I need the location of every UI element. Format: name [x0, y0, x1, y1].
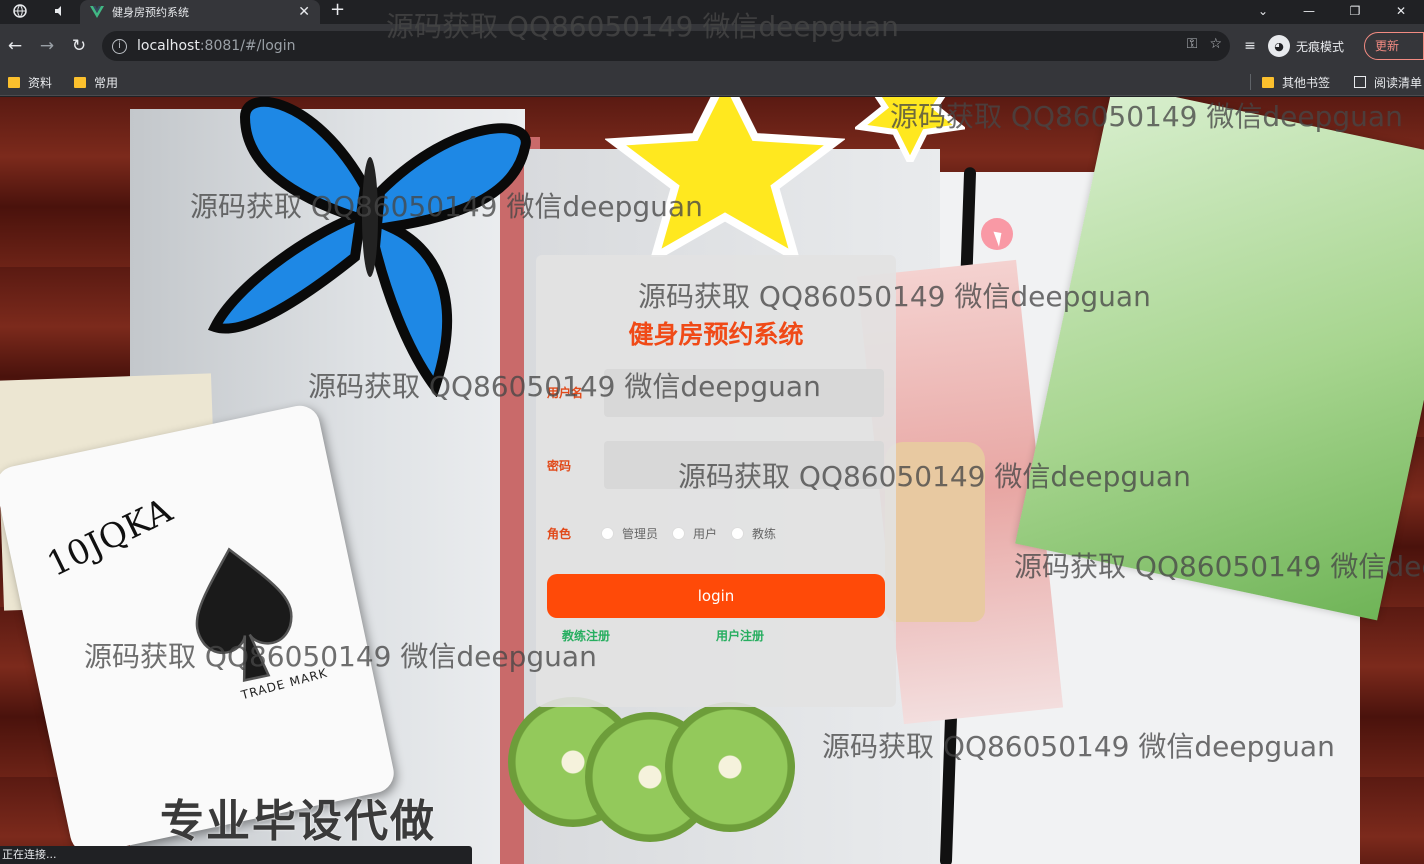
incognito-profile[interactable]: ◕ 无痕模式 [1268, 32, 1344, 60]
globe-icon[interactable] [2, 0, 38, 22]
incognito-icon: ◕ [1268, 35, 1290, 57]
page-viewport: 10JQKA TRADE MARK 专业毕设代做 健身房预约系统 用户名 密码 … [0, 97, 1424, 864]
role-selector: 角色 管理员 用户 教练 [547, 525, 790, 542]
password-input[interactable] [604, 441, 884, 489]
role-option-admin[interactable]: 管理员 [601, 525, 658, 542]
username-input[interactable] [604, 369, 884, 417]
reload-icon[interactable]: ↻ [67, 34, 91, 58]
address-bar[interactable]: i localhost:8081/#/login ⚿ ☆ [102, 31, 1230, 61]
role-label: 角色 [547, 527, 572, 541]
role-option-coach[interactable]: 教练 [731, 525, 776, 542]
audio-icon[interactable] [42, 0, 78, 22]
site-info-icon[interactable]: i [112, 38, 127, 54]
radio-icon[interactable] [731, 527, 745, 540]
login-panel: 健身房预约系统 用户名 密码 角色 管理员 用户 教练 login 教练注册 用… [536, 255, 896, 707]
star-decoration-icon [855, 97, 965, 162]
butterfly-decoration-icon [207, 97, 531, 397]
window-close-icon[interactable]: ✕ [1378, 4, 1424, 18]
minimize-icon[interactable]: — [1286, 4, 1332, 18]
promo-text: 专业毕设代做 [160, 796, 436, 847]
folder-icon [8, 76, 20, 88]
reading-list-icon [1354, 76, 1366, 88]
maximize-icon[interactable]: ❐ [1332, 4, 1378, 18]
bookmarks-bar: 资料 常用 其他书签 阅读清单 [0, 68, 1424, 96]
tab-strip: 健身房预约系统 ✕ + ⌄ — ❐ ✕ [0, 0, 1424, 24]
username-label: 用户名 [547, 386, 584, 400]
role-option-user[interactable]: 用户 [672, 525, 717, 542]
folder-icon [1262, 76, 1274, 88]
star-decoration-icon [605, 97, 845, 257]
background-sack [885, 442, 985, 622]
register-coach-link[interactable]: 教练注册 [562, 627, 610, 644]
status-bar: 正在连接... [0, 846, 472, 864]
update-button[interactable]: 更新 [1364, 32, 1424, 60]
vue-logo-icon [90, 3, 104, 22]
tab-search-icon[interactable]: ⌄ [1240, 4, 1286, 18]
url-text[interactable]: localhost:8081/#/login [137, 38, 295, 54]
reading-list[interactable]: 阅读清单 [1354, 72, 1422, 92]
card-ranks: 10JQKA [41, 490, 179, 585]
browser-toolbar: ← → ↻ i localhost:8081/#/login ⚿ ☆ ≡ ◕ 无… [0, 24, 1424, 68]
register-user-link[interactable]: 用户注册 [716, 627, 764, 644]
tab-title: 健身房预约系统 [112, 6, 189, 19]
page-title: 健身房预约系统 [628, 320, 804, 349]
close-tab-icon[interactable]: ✕ [298, 5, 310, 19]
key-icon[interactable]: ⚿ [1187, 36, 1198, 52]
bookmark-separator [1250, 74, 1251, 90]
radio-icon[interactable] [672, 527, 686, 540]
forward-icon[interactable]: → [35, 34, 59, 58]
bookmark-folder[interactable]: 资料 [8, 72, 52, 92]
tab-active[interactable]: 健身房预约系统 ✕ [80, 0, 320, 24]
bookmark-star-icon[interactable]: ☆ [1209, 36, 1222, 52]
bookmark-folder[interactable]: 常用 [74, 72, 118, 92]
folder-icon [74, 76, 86, 88]
login-button[interactable]: login [547, 574, 885, 618]
back-icon[interactable]: ← [3, 34, 27, 58]
new-tab-button[interactable]: + [330, 0, 345, 22]
reading-list-icon[interactable]: ≡ [1238, 34, 1262, 58]
kiwi-decoration [665, 702, 795, 832]
other-bookmarks[interactable]: 其他书签 [1262, 72, 1330, 92]
radio-icon[interactable] [601, 527, 615, 540]
password-label: 密码 [547, 459, 572, 473]
